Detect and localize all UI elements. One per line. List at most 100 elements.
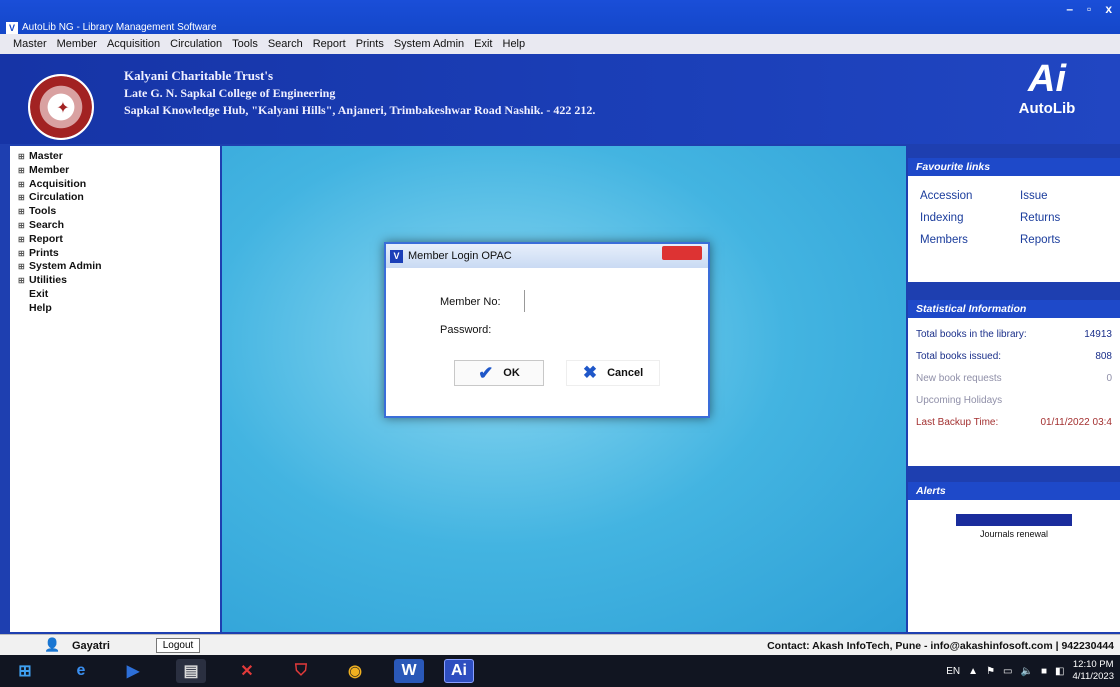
menu-exit[interactable]: Exit [469, 38, 497, 50]
app-window: V AutoLib NG - Library Management Softwa… [0, 0, 1120, 655]
expand-icon[interactable]: ⊞ [18, 233, 25, 247]
stat-last-backup: Last Backup Time: 01/11/2022 03:4 [916, 417, 1112, 428]
stat-upcoming-holidays: Upcoming Holidays [916, 395, 1003, 406]
trust-name: Kalyani Charitable Trust's [124, 68, 274, 83]
nav-item-exit[interactable]: Exit [18, 288, 212, 302]
nav-item-help[interactable]: Help [18, 302, 212, 316]
pdf-reader-icon[interactable]: ⛉ [286, 659, 316, 683]
tray-app2-icon[interactable]: ◧ [1055, 666, 1064, 677]
start-windows-icon[interactable]: ⊞ [10, 659, 40, 683]
close-button[interactable]: x [1105, 2, 1112, 16]
menu-prints[interactable]: Prints [351, 38, 389, 50]
link-accession[interactable]: Accession [920, 190, 1020, 202]
link-reports[interactable]: Reports [1020, 234, 1100, 246]
menu-tools[interactable]: Tools [227, 38, 263, 50]
nav-item-system-admin[interactable]: ⊞ System Admin [18, 260, 212, 274]
window-controls: – ▫ x [1066, 2, 1112, 16]
menu-circulation[interactable]: Circulation [165, 38, 227, 50]
seal-emblem-icon: ✦ [56, 100, 70, 117]
autolib-taskbar-icon[interactable]: Ai [444, 659, 474, 683]
password-label: Password: [440, 324, 492, 336]
college-seal-icon: ✦ [28, 74, 94, 140]
volume-icon[interactable]: 🔈 [1020, 666, 1032, 677]
dialog-close-button[interactable] [662, 246, 702, 260]
flag-icon[interactable]: ⚑ [986, 666, 995, 677]
autolib-brand: Ai AutoLib [1002, 58, 1092, 117]
statistics-panel: Statistical Information Total books in t… [908, 300, 1120, 466]
nav-item-circulation[interactable]: ⊞ Circulation [18, 191, 212, 205]
tool-app-icon[interactable]: ✕ [232, 659, 262, 683]
nav-item-search[interactable]: ⊞ Search [18, 219, 212, 233]
college-banner: ✦ Kalyani Charitable Trust's Late G. N. … [0, 54, 1120, 144]
minimize-button[interactable]: – [1066, 2, 1073, 16]
stat-new-requests: New book requests 0 [916, 373, 1112, 384]
internet-explorer-icon[interactable]: e [66, 659, 96, 683]
windows-taskbar: ⊞ e ▶ ▤ ✕ ⛉ ◉ W Ai EN ▲ ⚑ ▭ 🔈 ■ ◧ 12:10 … [0, 655, 1120, 687]
menu-bar: Master Member Acquisition Circulation To… [0, 34, 1120, 54]
favourite-links-grid: Accession Issue Indexing Returns Members… [908, 176, 1120, 260]
expand-icon[interactable]: ⊞ [18, 247, 25, 261]
expand-icon[interactable]: ⊞ [18, 164, 25, 178]
chrome-icon[interactable]: ◉ [340, 659, 370, 683]
nav-item-master[interactable]: ⊞ Master [18, 150, 212, 164]
member-no-input[interactable] [526, 292, 666, 310]
menu-search[interactable]: Search [263, 38, 308, 50]
file-explorer-icon[interactable]: ▤ [176, 659, 206, 683]
ok-button[interactable]: ✔ OK [454, 360, 544, 386]
expand-icon[interactable]: ⊞ [18, 219, 25, 233]
nav-item-acquisition[interactable]: ⊞ Acquisition [18, 178, 212, 192]
maximize-button[interactable]: ▫ [1087, 2, 1091, 16]
alert-journals-renewal[interactable]: Journals renewal [908, 529, 1120, 539]
link-indexing[interactable]: Indexing [920, 212, 1020, 224]
favourite-links-panel: Favourite links Accession Issue Indexing… [908, 158, 1120, 282]
input-language[interactable]: EN [946, 666, 960, 677]
stat-books-issued: Total books issued: 808 [916, 351, 1112, 362]
nav-item-utilities[interactable]: ⊞ Utilities [18, 274, 212, 288]
brand-name: AutoLib [1018, 100, 1076, 117]
menu-report[interactable]: Report [308, 38, 351, 50]
system-tray: EN ▲ ⚑ ▭ 🔈 ■ ◧ 12:10 PM 4/11/2023 [946, 659, 1114, 683]
expand-icon[interactable]: ⊞ [18, 205, 25, 219]
stat-total-books: Total books in the library: 14913 [916, 329, 1112, 340]
network-icon[interactable]: ▭ [1003, 666, 1012, 677]
menu-master[interactable]: Master [8, 38, 52, 50]
nav-item-tools[interactable]: ⊞ Tools [18, 205, 212, 219]
favourite-links-heading: Favourite links [908, 158, 1120, 176]
word-icon[interactable]: W [394, 659, 424, 683]
logout-button[interactable]: Logout [156, 638, 200, 653]
expand-icon[interactable]: ⊞ [18, 260, 25, 274]
nav-item-member[interactable]: ⊞ Member [18, 164, 212, 178]
clock[interactable]: 12:10 PM 4/11/2023 [1072, 659, 1114, 683]
college-address: Sapkal Knowledge Hub, "Kalyani Hills", A… [124, 103, 596, 117]
link-members[interactable]: Members [920, 234, 1020, 246]
expand-icon[interactable]: ⊞ [18, 150, 25, 164]
link-issue[interactable]: Issue [1020, 190, 1100, 202]
statistics-heading: Statistical Information [908, 300, 1120, 318]
menu-member[interactable]: Member [52, 38, 102, 50]
menu-help[interactable]: Help [498, 38, 531, 50]
tray-arrow-icon[interactable]: ▲ [968, 666, 978, 677]
menu-system-admin[interactable]: System Admin [389, 38, 469, 50]
left-tree-nav: ⊞ Master ⊞ Member ⊞ Acquisition ⊞ Circulatio… [10, 146, 220, 632]
password-input[interactable] [526, 320, 666, 338]
nav-item-report[interactable]: ⊞ Report [18, 233, 212, 247]
expand-icon[interactable]: ⊞ [18, 191, 25, 205]
tray-app-icon[interactable]: ■ [1041, 666, 1047, 677]
autolib-app-icon: V [6, 22, 18, 34]
alerts-panel: Alerts Journals renewal [908, 482, 1120, 632]
nav-item-prints[interactable]: ⊞ Prints [18, 247, 212, 261]
menu-acquisition[interactable]: Acquisition [102, 38, 165, 50]
autolib-logo-icon: Ai [1028, 58, 1066, 100]
dialog-title: Member Login OPAC [408, 250, 512, 262]
link-returns[interactable]: Returns [1020, 212, 1100, 224]
cancel-button[interactable]: ✖ Cancel [566, 360, 660, 386]
window-title: AutoLib NG - Library Management Software [22, 22, 217, 33]
expand-icon[interactable]: ⊞ [18, 274, 25, 288]
media-player-icon[interactable]: ▶ [118, 659, 148, 683]
expand-icon[interactable]: ⊞ [18, 178, 25, 192]
cancel-x-icon: ✖ [582, 363, 598, 382]
dialog-title-bar: V Member Login OPAC [386, 244, 708, 268]
alert-highlight-bar[interactable] [956, 514, 1072, 526]
title-bar: V AutoLib NG - Library Management Softwa… [0, 0, 1120, 34]
college-name: Late G. N. Sapkal College of Engineering [124, 86, 336, 100]
